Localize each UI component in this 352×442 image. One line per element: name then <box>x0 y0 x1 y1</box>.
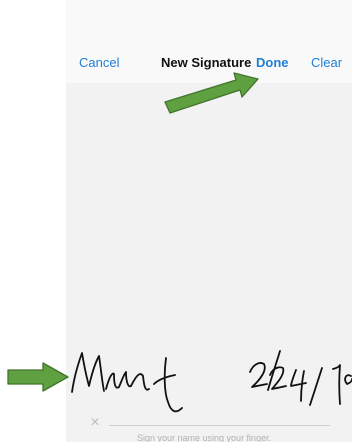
signature-hint: Sign your name using your finger. <box>137 433 272 442</box>
cancel-button[interactable]: Cancel <box>79 55 119 71</box>
clear-button[interactable]: Clear <box>311 55 342 71</box>
arrow-to-signature-icon <box>7 362 69 392</box>
x-icon[interactable]: × <box>88 415 102 431</box>
screen: Cancel New Signature Done Clear × Sign y… <box>0 0 352 442</box>
nav-title: New Signature <box>161 55 252 70</box>
signature-baseline <box>109 425 330 426</box>
done-button[interactable]: Done <box>256 55 289 71</box>
signature-canvas[interactable] <box>66 83 352 442</box>
